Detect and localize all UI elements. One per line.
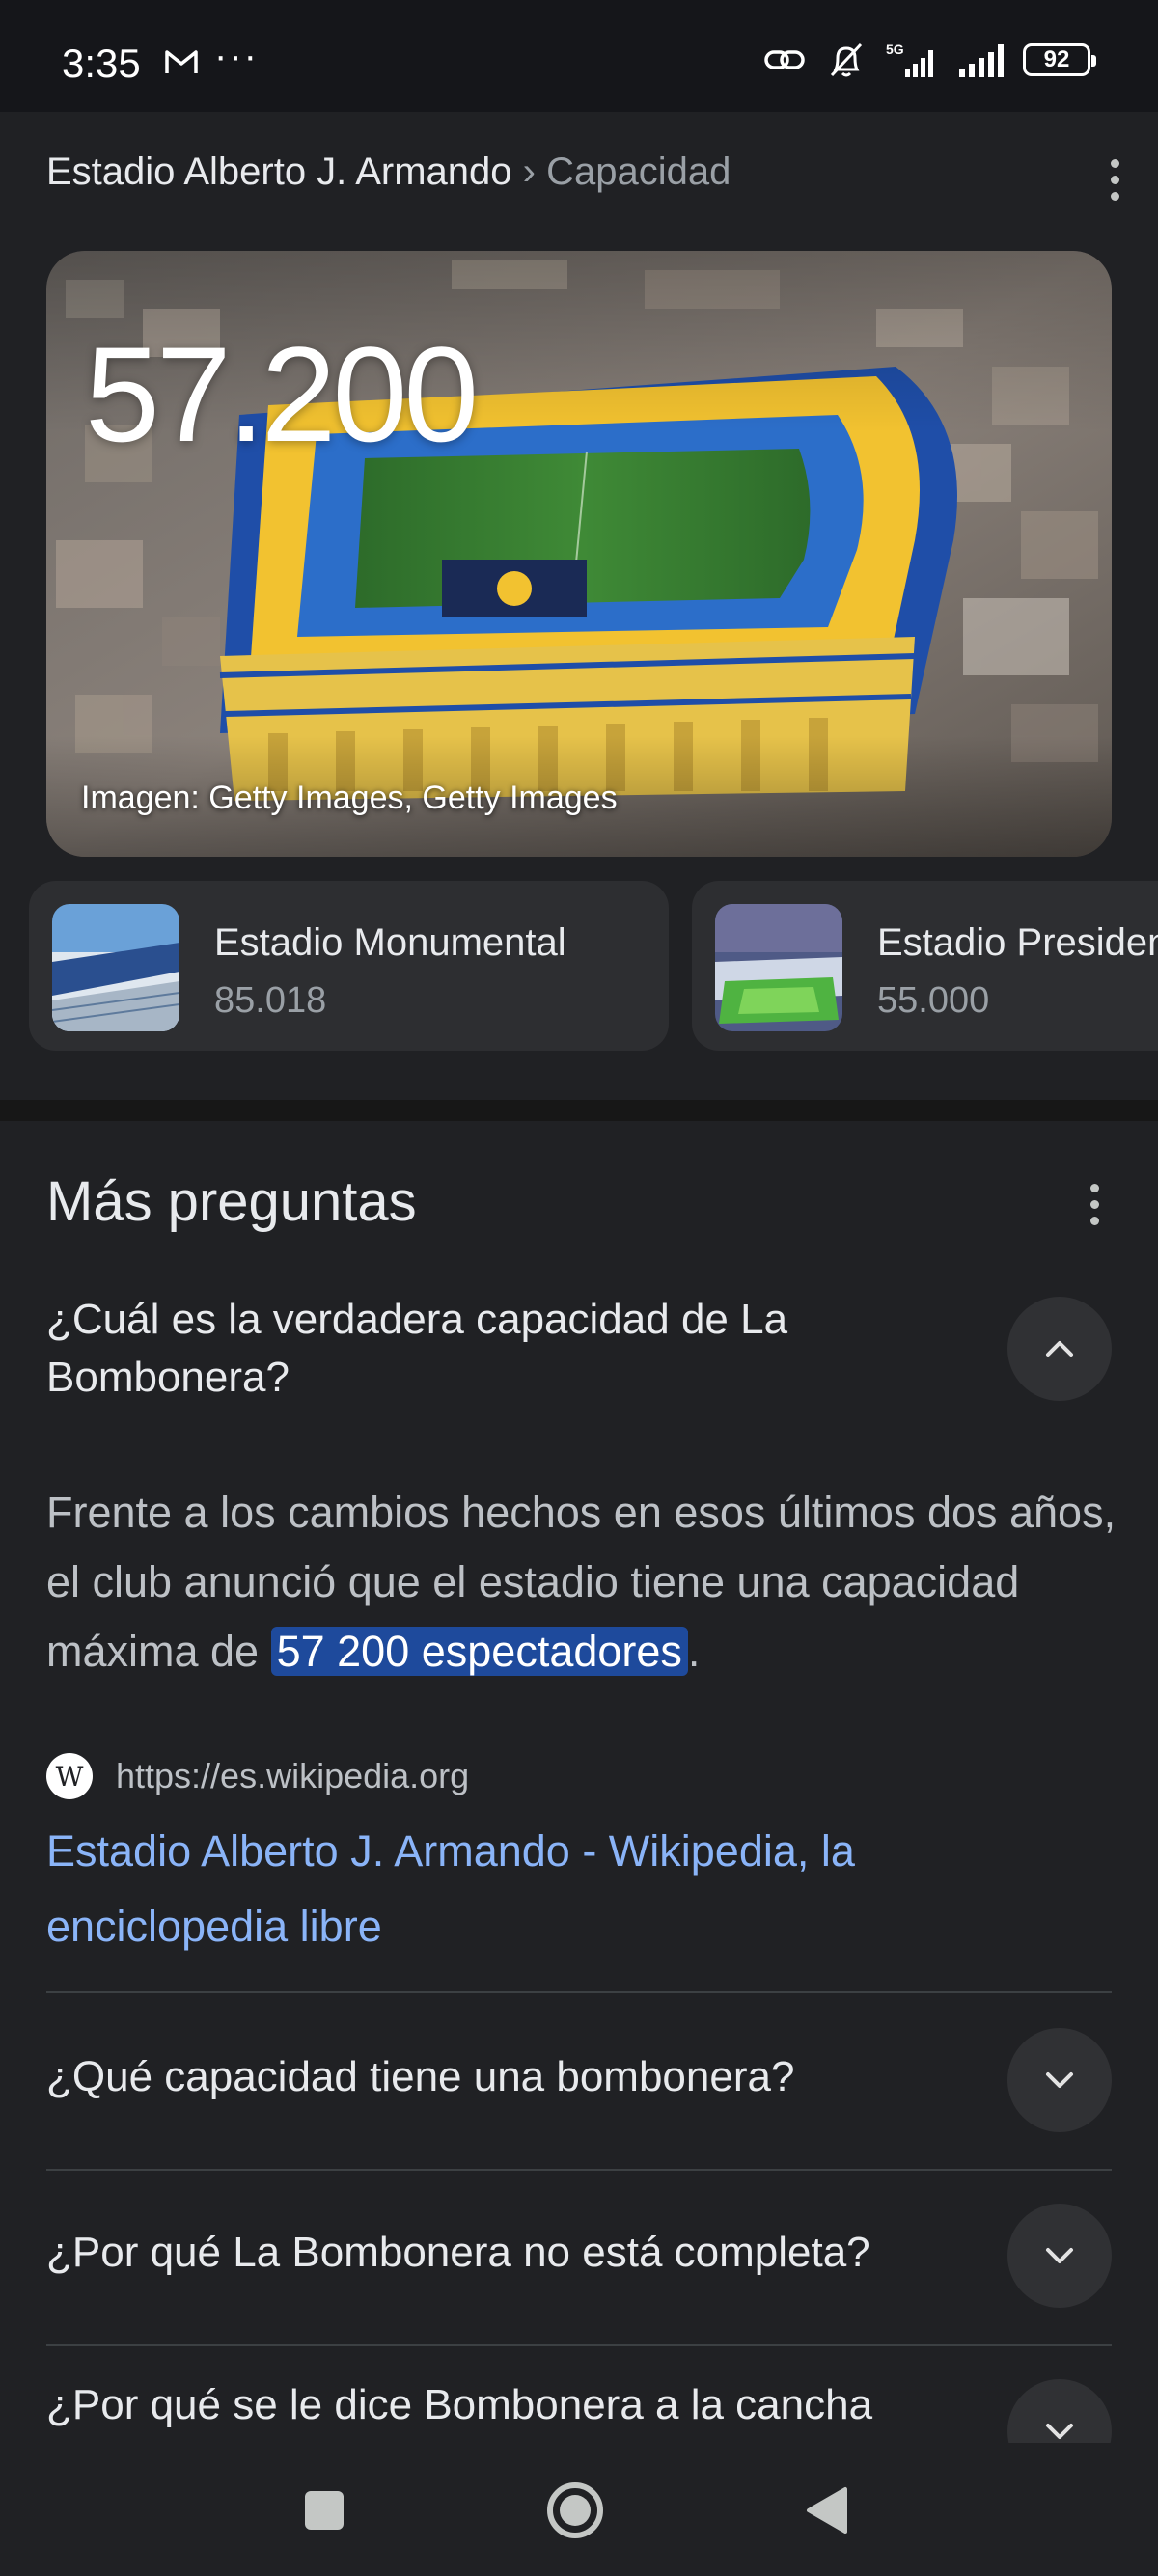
related-card[interactable]: Estadio Monumental 85.018 [29,881,669,1051]
signal-icon [959,44,1004,77]
capacity-value: 57.200 [85,318,479,470]
navigation-bar [0,2443,1158,2576]
related-stadiums-carousel: Estadio Monumental 85.018 Estadio Presid… [29,881,1158,1055]
expand-button[interactable] [1007,2028,1112,2132]
section-title: Más preguntas [46,1170,417,1233]
chevron-down-icon [1046,2072,1073,2088]
more-questions-section: Más preguntas ¿Cuál es la verdadera capa… [0,1121,1158,2443]
collapse-button[interactable] [1007,1297,1112,1401]
status-bar: 3:35 ··· 5G 92 [0,0,1158,112]
source-row[interactable]: W https://es.wikipedia.org [46,1752,469,1800]
link-icon [764,50,805,69]
answer-text: Frente a los cambios hechos en esos últi… [46,1478,1117,1686]
question-item[interactable]: ¿Por qué La Bombonera no está completa? [46,2229,870,2277]
hero-card[interactable]: 57.200 Imagen: Getty Images, Getty Image… [46,251,1112,857]
related-value: 85.018 [214,980,327,1021]
divider [46,1991,1112,1993]
breadcrumb-main[interactable]: Estadio Alberto J. Armando [46,151,512,193]
chevron-down-icon [1046,2424,1073,2439]
battery-level: 92 [1043,46,1070,72]
section-divider [0,1100,1158,1121]
battery-icon: 92 [1023,43,1096,76]
question-item[interactable]: ¿Por qué se le dice Bombonera a la canch… [46,2381,872,2429]
related-title: Estadio Presidente Perón [877,921,1158,964]
wikipedia-icon: W [46,1753,93,1799]
recents-button[interactable] [286,2472,363,2549]
stadium-thumbnail [715,904,842,1031]
knowledge-panel: Estadio Alberto J. Armando › Capacidad 5… [0,112,1158,1119]
more-options-icon[interactable] [1105,151,1124,208]
home-button[interactable] [537,2472,614,2549]
breadcrumb-separator: › [522,151,536,193]
square-icon [305,2491,344,2530]
chevron-down-icon [1046,2248,1073,2263]
stadium-thumbnail [52,904,179,1031]
answer-highlight: 57 200 espectadores [270,1627,688,1676]
triangle-back-icon [807,2487,847,2534]
source-link[interactable]: Estadio Alberto J. Armando - Wikipedia, … [46,1814,1060,1964]
divider [46,2169,1112,2171]
more-options-icon[interactable] [1085,1175,1104,1233]
breadcrumb: Estadio Alberto J. Armando › Capacidad [46,151,731,194]
gmail-icon [165,50,198,73]
bell-off-icon [830,42,863,77]
question-expanded[interactable]: ¿Cuál es la verdadera capacidad de La Bo… [46,1291,953,1407]
related-value: 55.000 [877,980,990,1021]
status-icons: 5G 92 [762,41,1096,79]
expand-button[interactable] [1007,2204,1112,2308]
status-time: 3:35 [62,41,141,86]
circle-icon [547,2482,603,2538]
related-card[interactable]: Estadio Presidente Perón 55.000 [692,881,1158,1051]
expand-button[interactable] [1007,2379,1112,2443]
divider [46,2344,1112,2346]
related-title: Estadio Monumental [214,921,566,964]
breadcrumb-sub: Capacidad [546,151,731,193]
image-credit: Imagen: Getty Images, Getty Images [81,780,618,816]
more-dots-icon: ··· [214,35,259,77]
chevron-up-icon [1046,1341,1073,1357]
question-item[interactable]: ¿Qué capacidad tiene una bombonera? [46,2053,794,2101]
source-url: https://es.wikipedia.org [116,1756,470,1795]
svg-text:5G: 5G [886,41,904,57]
5g-signal-icon: 5G [886,41,933,77]
back-button[interactable] [787,2472,865,2549]
answer-text-end: . [687,1627,701,1676]
